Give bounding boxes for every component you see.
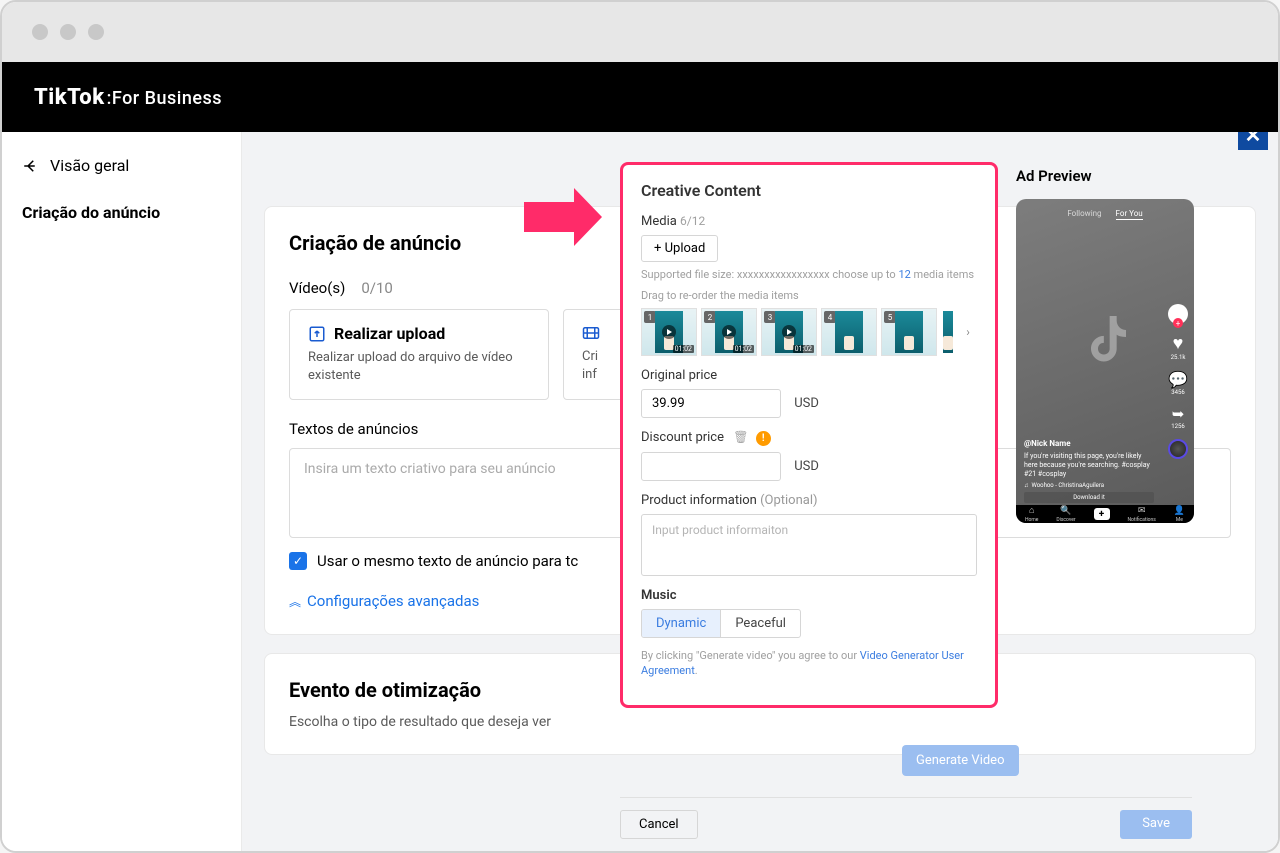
second-card-frag1: Cri — [582, 349, 598, 364]
agreement-text: By clicking "Generate video" you agree t… — [641, 648, 977, 679]
right-action-icons: ♥25.1k 💬3456 ➥1256 — [1168, 304, 1188, 459]
media-thumb-partial — [941, 308, 955, 356]
chevron-right-icon[interactable]: › — [961, 325, 975, 339]
preview-music-line: ♫ Woohoo - ChristinaAguilera — [1024, 482, 1104, 489]
nav-discover[interactable]: 🔍Discover — [1056, 506, 1075, 523]
phone-preview: Following For You ♥25.1k 💬3456 ➥1256 @Ni… — [1016, 199, 1194, 523]
brand-suffix: :For Business — [107, 88, 222, 109]
like-count: 25.1k — [1171, 354, 1186, 361]
music-tab-peaceful[interactable]: Peaceful — [721, 610, 800, 637]
original-price-input[interactable]: 39.99 — [641, 389, 781, 418]
product-info-input[interactable]: Input product informaiton — [641, 514, 977, 576]
mac-dot — [32, 24, 48, 40]
browser-chrome-top — [2, 2, 1278, 62]
preview-caption-text: If you're visiting this page, you're lik… — [1024, 452, 1150, 478]
chevron-up-double-icon: ︽ — [289, 593, 301, 610]
save-button[interactable]: Save — [1120, 810, 1192, 839]
comment-icon[interactable]: 💬 — [1168, 370, 1188, 389]
share-icon[interactable]: ➥ — [1172, 405, 1185, 423]
upload-media-button[interactable]: + Upload — [641, 235, 718, 262]
music-tab-dynamic[interactable]: Dynamic — [642, 610, 721, 637]
mac-dot — [88, 24, 104, 40]
modal-title: Creative Content — [641, 181, 977, 200]
videos-count: 0/10 — [361, 279, 392, 297]
media-count: 6/12 — [680, 214, 705, 228]
support-text: Supported file size: xxxxxxxxxxxxxxxxx c… — [641, 268, 977, 281]
media-thumb[interactable]: 201:02 — [701, 308, 757, 356]
opt-desc: Escolha o tipo de resultado que deseja v… — [289, 714, 1231, 730]
ad-preview-title: Ad Preview — [1016, 167, 1194, 185]
nav-home[interactable]: ⌂Home — [1025, 505, 1038, 523]
cancel-button[interactable]: Cancel — [620, 810, 698, 839]
brand-logo: TikTok:For Business — [34, 85, 222, 110]
original-price-label: Original price — [641, 368, 977, 383]
optional-tag: (Optional) — [760, 493, 817, 508]
product-info-label: Product information — [641, 493, 757, 508]
media-thumb[interactable]: 101:02 — [641, 308, 697, 356]
preview-caption: @Nick Name If you're visiting this page,… — [1024, 439, 1154, 479]
music-tabs: Dynamic Peaceful — [641, 609, 801, 638]
warning-icon: ! — [756, 431, 771, 446]
app-header: TikTok:For Business — [2, 62, 1278, 132]
tab-following[interactable]: Following — [1067, 209, 1101, 218]
ad-text-placeholder: Insira um texto criativo para seu anúnci… — [304, 461, 556, 477]
media-thumb[interactable]: 301:02 — [761, 308, 817, 356]
nav-create[interactable]: + — [1094, 508, 1110, 520]
discount-price-input[interactable] — [641, 452, 781, 481]
music-disc-icon[interactable] — [1168, 439, 1188, 459]
nav-me[interactable]: 👤Me — [1174, 506, 1185, 523]
nav-notifications[interactable]: ✉Notifications — [1127, 506, 1155, 523]
phone-bottom-nav: ⌂Home 🔍Discover + ✉Notifications 👤Me — [1016, 505, 1194, 523]
upload-card-desc: Realizar upload do arquivo de vídeo exis… — [308, 349, 530, 385]
modal-footer: Cancel Save — [620, 797, 1192, 839]
media-thumb[interactable]: 5 — [881, 308, 937, 356]
upload-card-title: Realizar upload — [334, 324, 445, 343]
tab-for-you[interactable]: For You — [1116, 209, 1143, 220]
tiktok-logo-icon — [1077, 309, 1133, 367]
music-label: Music — [641, 588, 977, 603]
currency-label: USD — [794, 396, 819, 411]
media-thumbs[interactable]: 101:02 201:02 301:02 4 5 › — [641, 308, 977, 356]
second-card-frag2: inf — [582, 367, 597, 382]
upload-icon — [308, 325, 326, 343]
close-button[interactable]: ✕ — [1238, 132, 1268, 150]
back-overview-link[interactable]: Visão geral — [22, 156, 221, 175]
upload-card[interactable]: Realizar upload Realizar upload do arqui… — [289, 309, 549, 400]
currency-label: USD — [794, 459, 819, 474]
back-label: Visão geral — [50, 156, 129, 175]
brand-name: TikTok — [34, 85, 105, 110]
avatar-icon[interactable] — [1168, 304, 1188, 324]
media-icon — [582, 324, 600, 342]
feed-tabs: Following For You — [1016, 209, 1194, 218]
checkbox-checked-icon: ✓ — [289, 552, 307, 570]
share-count: 1256 — [1171, 423, 1185, 430]
left-sidebar: Visão geral Criação do anúncio — [2, 132, 242, 851]
comment-count: 3456 — [1171, 389, 1185, 396]
media-label: Media — [641, 214, 677, 229]
trash-icon[interactable]: 🗑 — [733, 430, 748, 444]
same-text-label: Usar o mesmo texto de anúncio para tc — [317, 552, 578, 570]
download-button[interactable]: Download it — [1024, 492, 1154, 503]
discount-price-label: Discount price — [641, 430, 724, 445]
mac-dot — [60, 24, 76, 40]
media-thumb[interactable]: 4 — [821, 308, 877, 356]
sidebar-item-ad-creation[interactable]: Criação do anúncio — [22, 203, 221, 222]
preview-username: @Nick Name — [1024, 439, 1154, 449]
ad-preview-section: Ad Preview Following For You ♥25.1k 💬345… — [1016, 167, 1194, 523]
videos-label: Vídeo(s) — [289, 279, 345, 297]
drag-hint: Drag to re-order the media items — [641, 289, 977, 302]
creative-content-panel: Creative Content Media 6/12 + Upload Sup… — [620, 162, 998, 708]
like-icon[interactable]: ♥ — [1173, 333, 1184, 354]
arrow-left-icon — [22, 157, 40, 175]
generate-video-button[interactable]: Generate Video — [902, 745, 1019, 776]
advanced-label: Configurações avançadas — [307, 592, 479, 610]
browser-frame: TikTok:For Business Visão geral Criação … — [0, 0, 1280, 853]
